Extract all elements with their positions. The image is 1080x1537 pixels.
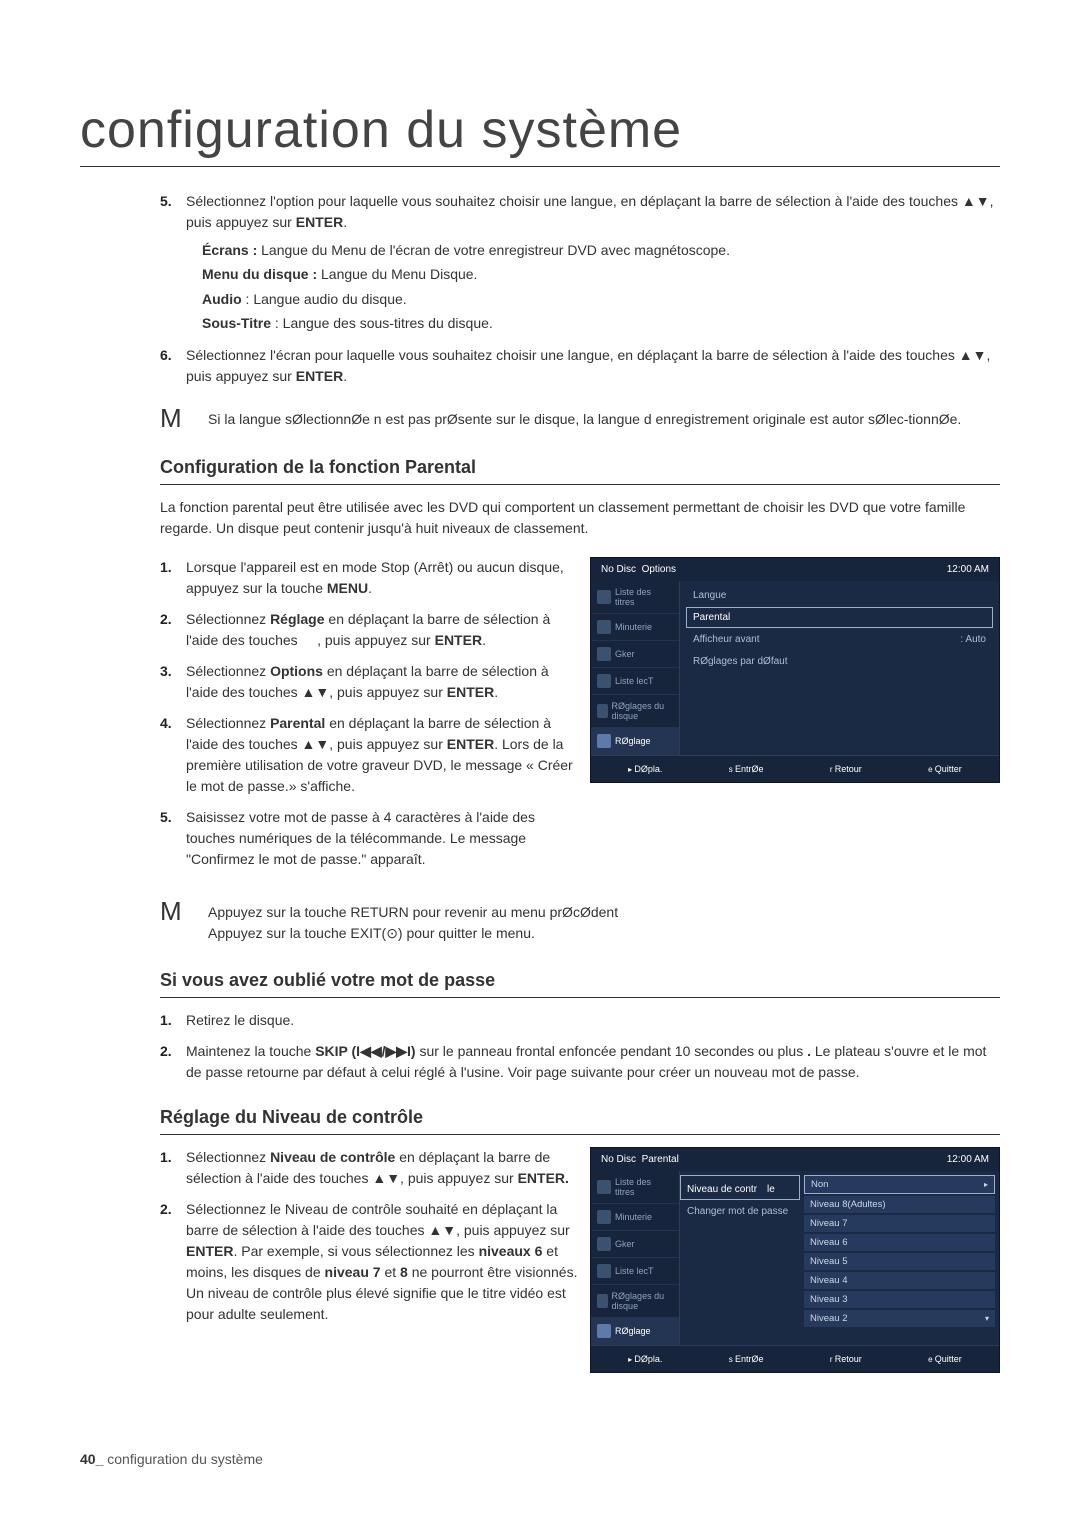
parental-steps: Lorsque l'appareil est en mode Stop (Arr… [160,557,578,870]
osd-sidebar: Liste des titres Minuterie Gker Liste le… [591,1171,680,1345]
l-step-1: Sélectionnez Niveau de contrôle en dépla… [160,1147,578,1189]
p-step-4: Sélectionnez Parental en déplaçant la ba… [160,713,578,797]
osd-levels: Non▸ Niveau 8(Adultes) Niveau 7 Niveau 6… [800,1171,999,1345]
osd-screenshot-options: No Disc Options 12:00 AM Liste des titre… [590,557,1000,783]
forgot-steps: Retirez le disque. Maintenez la touche S… [160,1010,1000,1083]
gear-icon [597,734,611,748]
note-icon: M [160,405,186,431]
down-icon: ▾ [985,1314,989,1323]
p-step-1: Lorsque l'appareil est en mode Stop (Arr… [160,557,578,599]
note-2: M Appuyez sur la touche RETURN pour reve… [160,898,1000,944]
page-title: configuration du système [80,100,1000,167]
f-step-2: Maintenez la touche SKIP (I◀◀/▶▶I) sur l… [160,1041,1000,1083]
note-1-text: Si la langue sØlectionnØe n est pas prØs… [208,405,961,430]
note-2a: Appuyez sur la touche RETURN pour reveni… [208,902,618,923]
f-step-1: Retirez le disque. [160,1010,1000,1031]
note-2b: Appuyez sur la touche EXIT(⊙) pour quitt… [208,923,618,944]
parental-intro: La fonction parental peut être utilisée … [160,497,1000,539]
osd-submenu: Niveau de contr le Changer mot de passe [680,1171,800,1345]
step-5-defs: Écrans : Langue du Menu de l'écran de vo… [202,239,1000,335]
osd-sidebar: Liste des titres Minuterie Gker Liste le… [591,581,680,755]
osd-main: Langue Parental Afficheur avant: Auto RØ… [680,581,999,755]
note-icon: M [160,898,186,924]
parental-heading: Configuration de la fonction Parental [160,457,1000,485]
forgot-heading: Si vous avez oublié votre mot de passe [160,970,1000,998]
note-1: M Si la langue sØlectionnØe n est pas pr… [160,405,1000,431]
step-5: Sélectionnez l'option pour laquelle vous… [160,191,1000,335]
level-steps: Sélectionnez Niveau de contrôle en dépla… [160,1147,578,1325]
page-footer: 40_ configuration du système [80,1451,1000,1467]
top-steps: Sélectionnez l'option pour laquelle vous… [160,191,1000,387]
l-step-2: Sélectionnez le Niveau de contrôle souha… [160,1199,578,1325]
osd-screenshot-parental: No Disc Parental 12:00 AM Liste des titr… [590,1147,1000,1373]
p-step-3: Sélectionnez Options en déplaçant la bar… [160,661,578,703]
check-icon: ▸ [984,1180,988,1189]
p-step-2: Sélectionnez Réglage en déplaçant la bar… [160,609,578,651]
step-6: Sélectionnez l'écran pour laquelle vous … [160,345,1000,387]
page-number: 40_ [80,1451,103,1467]
level-heading: Réglage du Niveau de contrôle [160,1107,1000,1135]
main-content: Sélectionnez l'option pour laquelle vous… [80,191,1000,1391]
gear-icon [597,1324,611,1338]
p-step-5: Saisissez votre mot de passe à 4 caractè… [160,807,578,870]
